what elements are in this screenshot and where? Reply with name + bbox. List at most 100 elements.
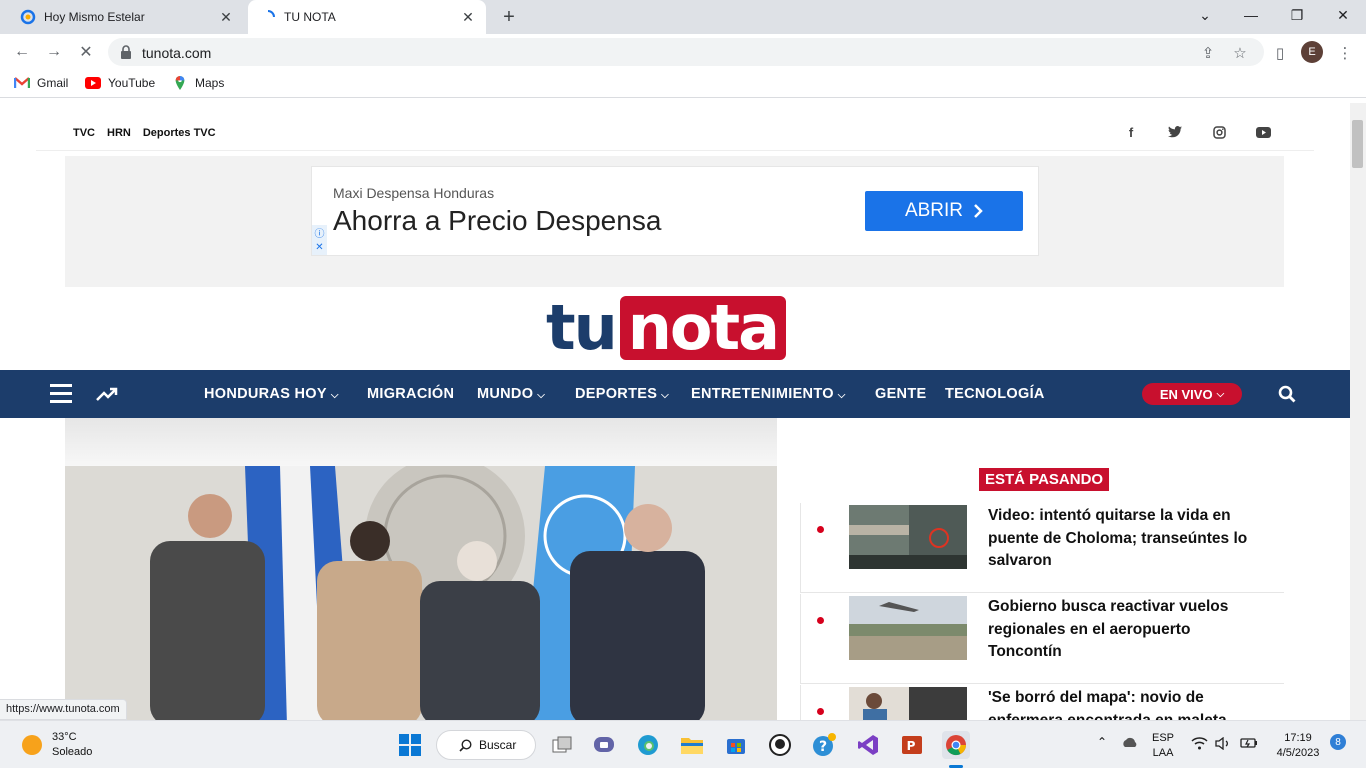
instagram-icon[interactable] — [1209, 123, 1229, 141]
file-explorer-icon[interactable] — [678, 731, 706, 759]
tab-search-icon[interactable]: ⌄ — [1182, 0, 1228, 30]
profile-avatar[interactable]: E — [1301, 41, 1323, 63]
nav-migracion[interactable]: MIGRACIÓN — [367, 386, 454, 402]
ad-info-icon[interactable]: ⓘ — [312, 225, 327, 240]
nav-entretenimiento[interactable]: ENTRETENIMIENTO ⌵ — [691, 386, 846, 402]
bookmark-gmail[interactable]: Gmail — [14, 76, 68, 90]
chevron-right-icon — [974, 204, 983, 218]
chrome-icon[interactable] — [942, 731, 970, 759]
ad-cta-label: ABRIR — [904, 200, 964, 221]
twitter-icon[interactable] — [1165, 123, 1185, 141]
facebook-icon[interactable]: f — [1121, 123, 1141, 141]
svg-text:?: ? — [819, 739, 827, 755]
bookmark-maps[interactable]: Maps — [172, 76, 224, 90]
help-icon[interactable]: ? — [810, 731, 838, 759]
bookmark-label: Maps — [195, 76, 225, 90]
nav-mundo[interactable]: MUNDO ⌵ — [477, 386, 545, 402]
page-scrollbar[interactable] — [1350, 103, 1366, 720]
clock[interactable]: 17:19 4/5/2023 — [1272, 731, 1324, 761]
live-label: EN VIVO — [1159, 386, 1213, 402]
hamburger-menu-icon[interactable] — [50, 384, 72, 404]
chevron-down-icon: ⌵ — [330, 390, 339, 401]
chevron-down-icon: ⌵ — [537, 390, 546, 401]
top-link-tvc[interactable]: TVC — [73, 127, 95, 139]
tab-hoy-mismo[interactable]: Hoy Mismo Estelar ✕ — [8, 0, 244, 34]
bookmark-label: YouTube — [108, 76, 156, 90]
nav-label: MUNDO — [477, 386, 534, 402]
battery-icon[interactable] — [1240, 737, 1258, 754]
ad-banner[interactable]: Maxi Despensa Honduras Ahorra a Precio D… — [311, 166, 1039, 256]
close-tab-icon[interactable]: ✕ — [216, 7, 236, 27]
loading-spinner-icon — [260, 9, 276, 25]
hero-image[interactable] — [65, 466, 777, 720]
news-thumbnail — [849, 596, 967, 660]
trending-icon[interactable] — [96, 385, 118, 403]
ad-headline: Ahorra a Precio Despensa — [333, 205, 662, 236]
wifi-icon[interactable] — [1191, 737, 1208, 755]
maximize-button[interactable]: ❐ — [1274, 0, 1320, 30]
search-icon — [459, 739, 472, 752]
ad-advertiser: Maxi Despensa Honduras — [333, 185, 495, 201]
teams-chat-icon[interactable] — [590, 731, 618, 759]
weather-widget[interactable]: 33°C Soleado — [22, 730, 92, 760]
minimize-button[interactable]: — — [1228, 0, 1274, 30]
input-language[interactable]: ESP LAA — [1152, 731, 1174, 761]
search-icon[interactable] — [1278, 385, 1296, 403]
close-tab-icon[interactable]: ✕ — [458, 7, 478, 27]
volume-icon[interactable] — [1215, 736, 1231, 755]
top-link-deportes-tvc[interactable]: Deportes TVC — [143, 127, 216, 139]
bookmark-star-icon[interactable]: ☆ — [1230, 43, 1250, 63]
onedrive-icon[interactable] — [1121, 737, 1139, 753]
windows-start-icon[interactable] — [396, 731, 424, 759]
youtube-icon[interactable] — [1253, 123, 1273, 141]
github-icon[interactable] — [766, 731, 794, 759]
visual-studio-icon[interactable] — [854, 731, 882, 759]
news-title: 'Se borró del mapa': novio de enfermera … — [988, 689, 1227, 720]
chevron-down-icon: ⌵ — [837, 390, 846, 401]
top-link-hrn[interactable]: HRN — [107, 127, 131, 139]
taskbar-search[interactable]: Buscar — [436, 730, 536, 760]
news-title: Video: intentó quitarse la vida en puent… — [988, 507, 1248, 569]
powerpoint-icon[interactable]: P — [898, 731, 926, 759]
nav-honduras-hoy[interactable]: HONDURAS HOY ⌵ — [204, 386, 339, 402]
esta-pasando-label: ESTÁ PASANDO — [979, 468, 1110, 491]
edge-icon[interactable] — [634, 731, 662, 759]
status-bar-url: https://www.tunota.com — [0, 699, 127, 720]
divider — [36, 150, 1314, 151]
ad-open-button[interactable]: ABRIR — [865, 191, 1023, 231]
chevron-down-icon: ⌵ — [661, 390, 670, 401]
main-navigation: HONDURAS HOY ⌵ MIGRACIÓN MUNDO ⌵ DEPORTES ⌵… — [0, 370, 1350, 418]
chevron-up-icon[interactable]: ⌃ — [1097, 735, 1107, 750]
search-label: Buscar — [479, 738, 517, 752]
logo-part-nota: nota — [619, 296, 786, 360]
ad-close-icon[interactable]: ✕ — [312, 240, 327, 255]
site-logo[interactable]: tu nota — [546, 296, 786, 360]
keyboard-layout: LAA — [1152, 747, 1174, 759]
nav-label: GENTE — [875, 386, 927, 402]
close-window-button[interactable]: ✕ — [1320, 0, 1366, 30]
news-item[interactable]: 'Se borró del mapa': novio de enfermera … — [800, 685, 1284, 720]
stop-loading-button[interactable]: ✕ — [72, 38, 100, 66]
tab-tunota[interactable]: TU NOTA ✕ — [248, 0, 486, 34]
nav-tecnologia[interactable]: TECNOLOGÍA — [945, 386, 1045, 402]
bookmark-youtube[interactable]: YouTube — [85, 76, 155, 90]
task-view-icon[interactable] — [548, 731, 576, 759]
news-item[interactable]: Video: intentó quitarse la vida en puent… — [800, 503, 1284, 593]
nav-deportes[interactable]: DEPORTES ⌵ — [575, 386, 669, 402]
lock-icon — [121, 45, 131, 59]
nav-gente[interactable]: GENTE — [875, 386, 926, 402]
news-item[interactable]: Gobierno busca reactivar vuelos regional… — [800, 594, 1284, 684]
menu-kebab-icon[interactable]: ⋮ — [1335, 43, 1355, 63]
forward-button[interactable]: → — [40, 38, 68, 66]
address-bar[interactable]: tunota.com — [108, 38, 1264, 66]
scrollbar-thumb[interactable] — [1352, 120, 1363, 168]
nav-label: HONDURAS HOY — [204, 386, 327, 402]
notification-badge[interactable]: 8 — [1330, 734, 1346, 750]
back-button[interactable]: ← — [8, 38, 36, 66]
new-tab-button[interactable]: + — [498, 6, 520, 28]
microsoft-store-icon[interactable] — [722, 731, 750, 759]
share-icon[interactable]: ⇪ — [1198, 43, 1218, 63]
live-button[interactable]: EN VIVO ⌵ — [1142, 383, 1242, 405]
url-text: tunota.com — [142, 45, 212, 61]
side-panel-icon[interactable]: ▯ — [1270, 43, 1290, 63]
